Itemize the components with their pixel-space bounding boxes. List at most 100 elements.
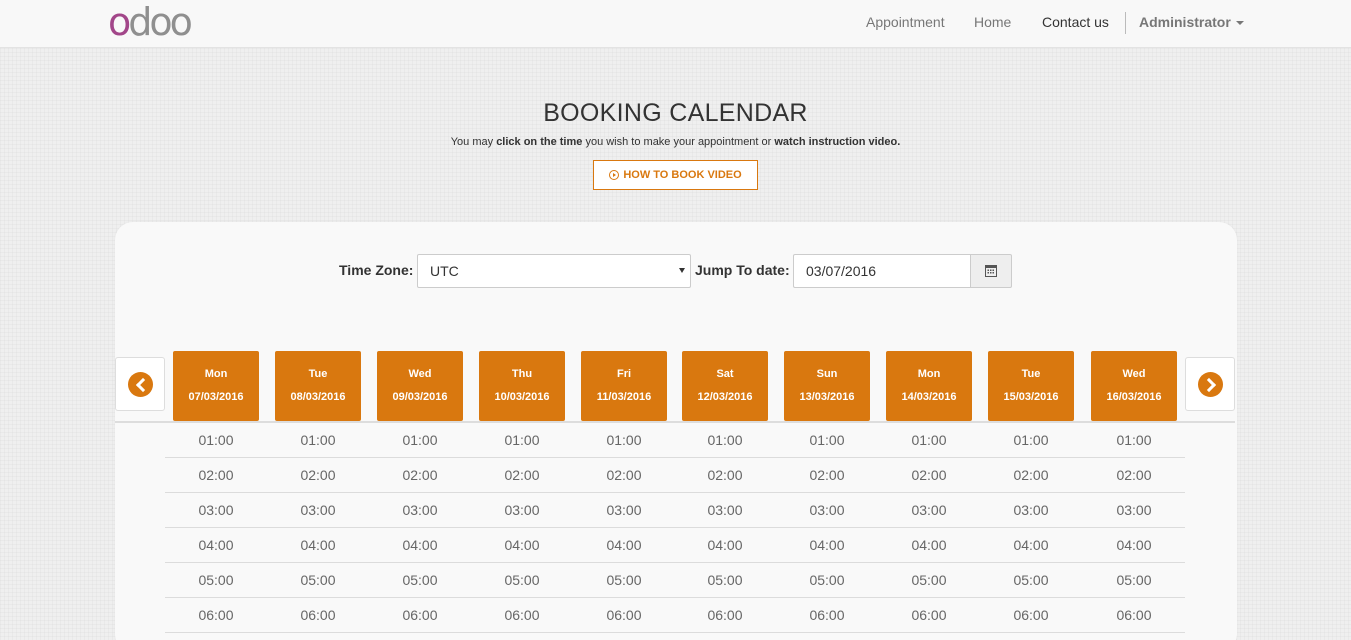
nav-link-appointment[interactable]: Appointment bbox=[866, 14, 945, 30]
time-slot[interactable]: 04:00 bbox=[988, 537, 1074, 553]
day-header[interactable]: Thu 10/03/2016 bbox=[479, 351, 565, 421]
time-slot[interactable]: 06:00 bbox=[1091, 607, 1177, 623]
day-header[interactable]: Sun 13/03/2016 bbox=[784, 351, 870, 421]
time-slot[interactable]: 05:00 bbox=[682, 572, 768, 588]
time-slot[interactable]: 01:00 bbox=[988, 432, 1074, 448]
time-slot[interactable]: 01:00 bbox=[682, 432, 768, 448]
time-slot[interactable]: 01:00 bbox=[173, 432, 259, 448]
time-slot[interactable]: 05:00 bbox=[377, 572, 463, 588]
time-slot[interactable]: 03:00 bbox=[886, 502, 972, 518]
time-slot[interactable]: 04:00 bbox=[682, 537, 768, 553]
time-slot[interactable]: 01:00 bbox=[886, 432, 972, 448]
nav-link-contact-us[interactable]: Contact us bbox=[1042, 14, 1109, 30]
time-slot[interactable]: 03:00 bbox=[784, 502, 870, 518]
time-slot[interactable]: 03:00 bbox=[1091, 502, 1177, 518]
user-menu[interactable]: Administrator bbox=[1139, 14, 1244, 30]
time-slot[interactable]: 02:00 bbox=[275, 467, 361, 483]
day-header[interactable]: Wed 16/03/2016 bbox=[1091, 351, 1177, 421]
time-slot[interactable]: 01:00 bbox=[581, 432, 667, 448]
time-slot[interactable]: 03:00 bbox=[682, 502, 768, 518]
time-slot[interactable]: 02:00 bbox=[886, 467, 972, 483]
time-slot[interactable]: 01:00 bbox=[784, 432, 870, 448]
time-slot[interactable]: 01:00 bbox=[1091, 432, 1177, 448]
caret-down-icon bbox=[1235, 21, 1244, 26]
time-slot[interactable]: 01:00 bbox=[377, 432, 463, 448]
time-slot[interactable]: 04:00 bbox=[1091, 537, 1177, 553]
time-slot[interactable]: 03:00 bbox=[275, 502, 361, 518]
day-name: Fri bbox=[616, 368, 632, 380]
day-date: 09/03/2016 bbox=[392, 391, 448, 403]
jump-to-date-input[interactable]: 03/07/2016 bbox=[793, 254, 971, 288]
header-divider bbox=[115, 421, 1235, 423]
day-header[interactable]: Tue 08/03/2016 bbox=[275, 351, 361, 421]
time-slot[interactable]: 03:00 bbox=[377, 502, 463, 518]
how-to-book-video-button[interactable]: HOW TO BOOK VIDEO bbox=[593, 160, 758, 190]
instructions-text: You may click on the time you wish to ma… bbox=[450, 136, 901, 148]
row-divider bbox=[165, 597, 1185, 598]
odoo-logo[interactable]: odoo bbox=[108, 3, 218, 41]
day-name: Sat bbox=[716, 368, 734, 380]
time-slot[interactable]: 02:00 bbox=[377, 467, 463, 483]
day-header[interactable]: Sat 12/03/2016 bbox=[682, 351, 768, 421]
day-header[interactable]: Mon 07/03/2016 bbox=[173, 351, 259, 421]
time-slot[interactable]: 05:00 bbox=[275, 572, 361, 588]
time-slot[interactable]: 06:00 bbox=[886, 607, 972, 623]
time-slot[interactable]: 05:00 bbox=[173, 572, 259, 588]
nav-link-home[interactable]: Home bbox=[974, 14, 1011, 30]
day-date: 14/03/2016 bbox=[901, 391, 957, 403]
prev-week-button[interactable] bbox=[115, 357, 165, 411]
time-slot[interactable]: 02:00 bbox=[173, 467, 259, 483]
time-slot[interactable]: 04:00 bbox=[377, 537, 463, 553]
row-divider bbox=[165, 632, 1185, 633]
time-slot[interactable]: 06:00 bbox=[784, 607, 870, 623]
day-date: 07/03/2016 bbox=[188, 391, 244, 403]
next-week-button[interactable] bbox=[1185, 357, 1235, 411]
time-slot[interactable]: 04:00 bbox=[581, 537, 667, 553]
row-divider bbox=[165, 527, 1185, 528]
time-slot[interactable]: 05:00 bbox=[988, 572, 1074, 588]
time-slot[interactable]: 01:00 bbox=[479, 432, 565, 448]
time-slot[interactable]: 02:00 bbox=[479, 467, 565, 483]
time-slot[interactable]: 06:00 bbox=[682, 607, 768, 623]
time-slot[interactable]: 05:00 bbox=[479, 572, 565, 588]
time-slot[interactable]: 01:00 bbox=[275, 432, 361, 448]
time-slot[interactable]: 06:00 bbox=[377, 607, 463, 623]
day-name: Mon bbox=[917, 368, 941, 380]
time-slot[interactable]: 02:00 bbox=[581, 467, 667, 483]
time-slot[interactable]: 04:00 bbox=[173, 537, 259, 553]
time-slot[interactable]: 02:00 bbox=[784, 467, 870, 483]
day-header[interactable]: Fri 11/03/2016 bbox=[581, 351, 667, 421]
play-circle-icon bbox=[609, 170, 620, 180]
time-slot[interactable]: 04:00 bbox=[784, 537, 870, 553]
time-slot[interactable]: 03:00 bbox=[173, 502, 259, 518]
timezone-select[interactable]: UTC bbox=[417, 254, 691, 288]
time-slot[interactable]: 04:00 bbox=[479, 537, 565, 553]
time-slot[interactable]: 02:00 bbox=[1091, 467, 1177, 483]
time-slot[interactable]: 05:00 bbox=[784, 572, 870, 588]
time-slot[interactable]: 05:00 bbox=[1091, 572, 1177, 588]
day-header[interactable]: Tue 15/03/2016 bbox=[988, 351, 1074, 421]
day-date: 12/03/2016 bbox=[697, 391, 753, 403]
time-slot[interactable]: 03:00 bbox=[581, 502, 667, 518]
time-slot[interactable]: 04:00 bbox=[886, 537, 972, 553]
time-slot[interactable]: 06:00 bbox=[173, 607, 259, 623]
day-header[interactable]: Mon 14/03/2016 bbox=[886, 351, 972, 421]
time-slot[interactable]: 05:00 bbox=[581, 572, 667, 588]
chevron-left-circle-icon bbox=[127, 371, 153, 397]
day-name: Mon bbox=[204, 368, 228, 380]
time-slot[interactable]: 06:00 bbox=[988, 607, 1074, 623]
time-slot[interactable]: 03:00 bbox=[479, 502, 565, 518]
time-slot[interactable]: 06:00 bbox=[581, 607, 667, 623]
time-slot[interactable]: 04:00 bbox=[275, 537, 361, 553]
time-slot[interactable]: 02:00 bbox=[682, 467, 768, 483]
time-slot[interactable]: 06:00 bbox=[479, 607, 565, 623]
calendar-button[interactable] bbox=[970, 254, 1012, 288]
time-slot[interactable]: 05:00 bbox=[886, 572, 972, 588]
time-slot[interactable]: 06:00 bbox=[275, 607, 361, 623]
day-name: Tue bbox=[1021, 368, 1041, 380]
day-date: 10/03/2016 bbox=[494, 391, 550, 403]
nav-divider bbox=[1125, 12, 1126, 34]
time-slot[interactable]: 03:00 bbox=[988, 502, 1074, 518]
day-header[interactable]: Wed 09/03/2016 bbox=[377, 351, 463, 421]
time-slot[interactable]: 02:00 bbox=[988, 467, 1074, 483]
